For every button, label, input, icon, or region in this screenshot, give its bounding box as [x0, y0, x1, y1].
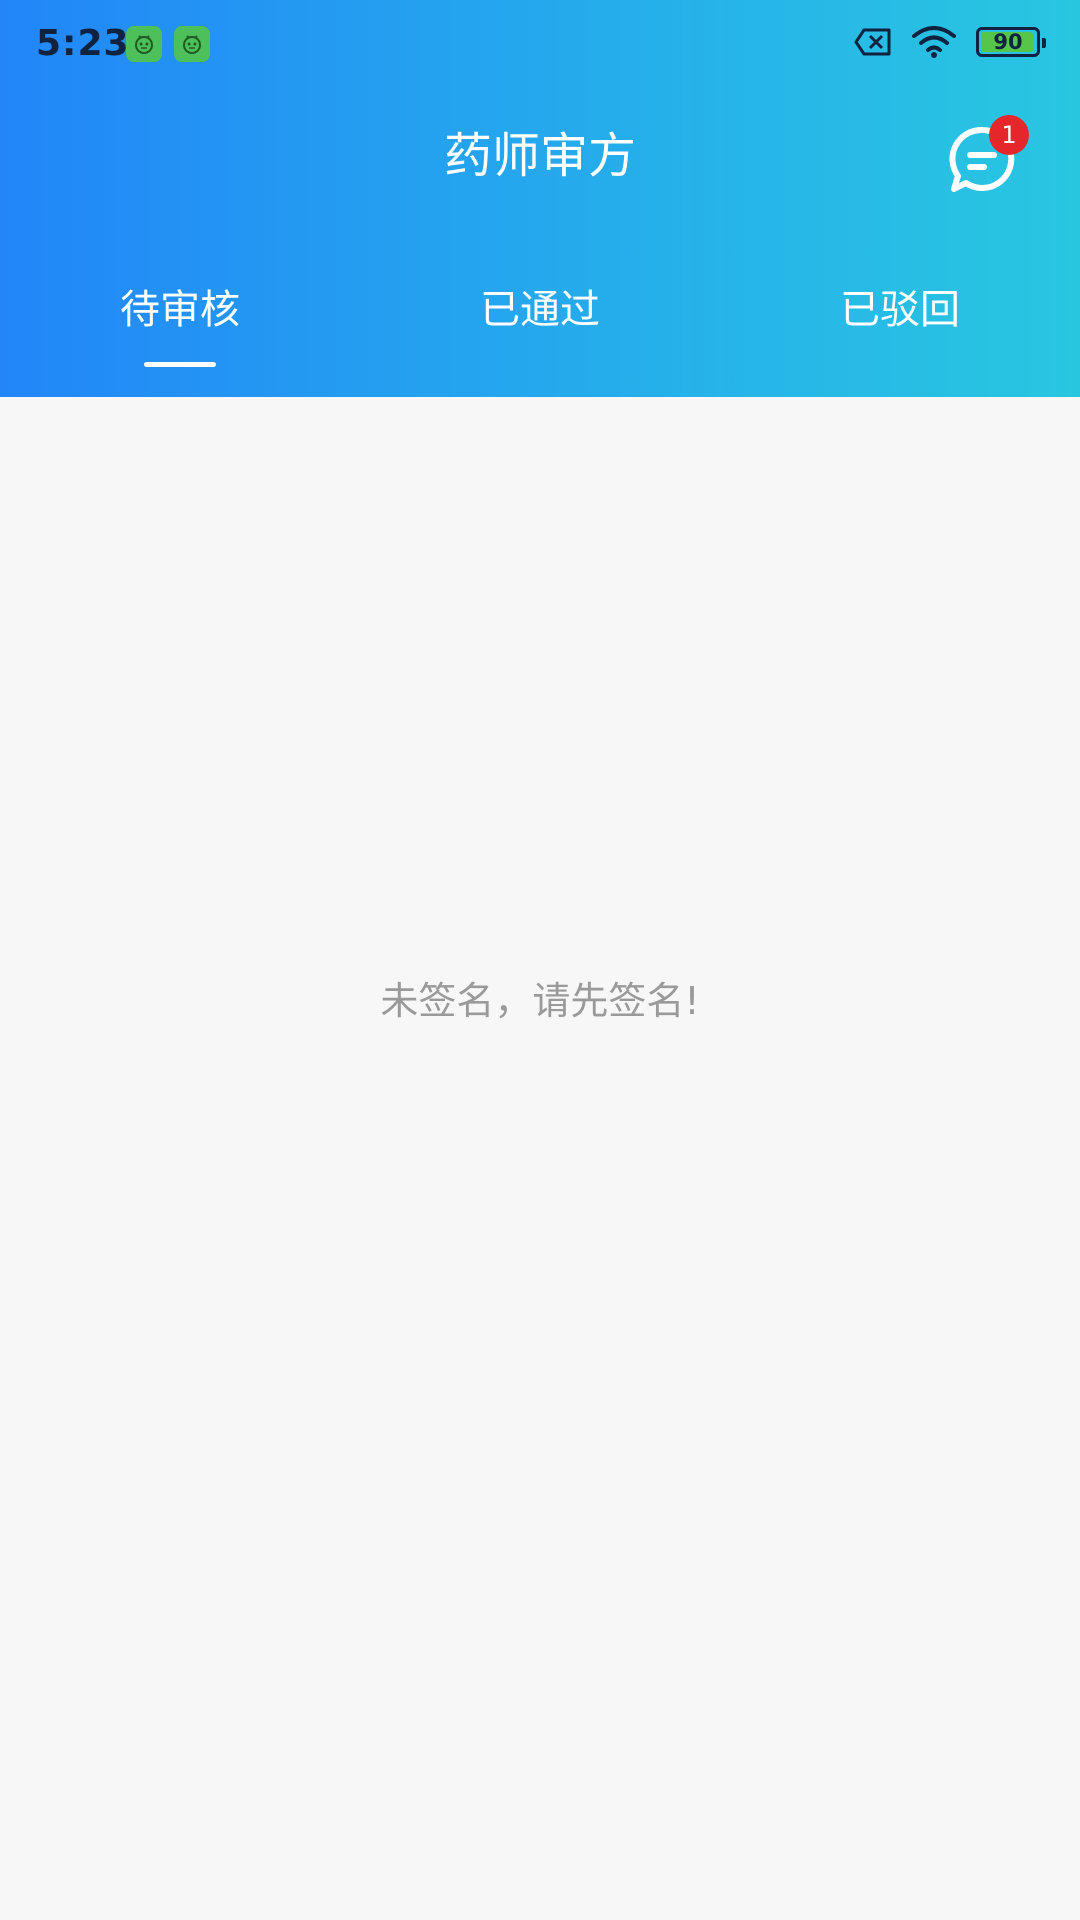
page-title: 药师审方 [443, 128, 636, 184]
tab-approved[interactable]: 已通过 [360, 280, 720, 340]
tab-rejected[interactable]: 已驳回 [720, 280, 1080, 340]
tab-pending-review[interactable]: 待审核 [0, 280, 360, 340]
header-bar: 5:23 90 药师审方 1 待审核 已通过 已驳回 [0, 0, 1080, 397]
android-robot-icon [126, 26, 162, 62]
battery-icon: 90 [976, 27, 1046, 57]
status-icons: 90 [854, 26, 1046, 58]
message-count-badge: 1 [989, 115, 1029, 155]
empty-state-message: 未签名，请先签名! [380, 979, 700, 1023]
android-robot-icon [174, 26, 210, 62]
no-sim-icon [854, 28, 891, 56]
tab-selected-indicator [144, 362, 216, 367]
wifi-icon [912, 26, 956, 58]
battery-level: 90 [993, 30, 1023, 54]
status-time: 5:23 [36, 23, 130, 64]
tab-bar: 待审核 已通过 已驳回 [0, 280, 1080, 380]
